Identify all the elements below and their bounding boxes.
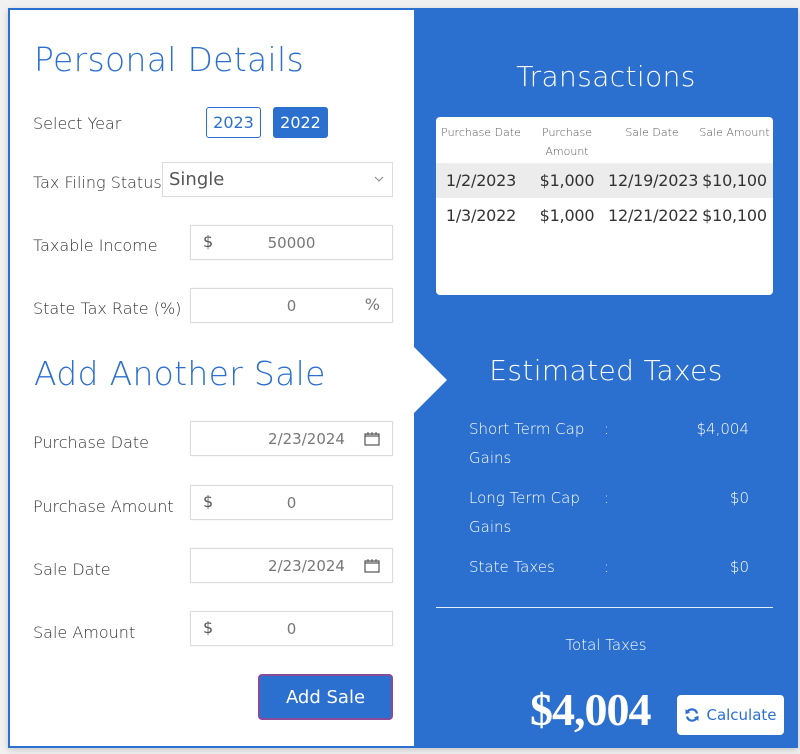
filing-status-select[interactable]: Single [162,162,393,197]
state-tax-rate-label: State Tax Rate (%) [33,299,182,318]
sale-date-cell: 12/19/2023 [608,171,699,190]
separator: : [604,420,610,438]
state-tax-rate-value: 0 [286,297,297,315]
calculate-button[interactable]: Calculate [677,695,784,735]
table-row[interactable]: 1/3/2022 $1,000 12/21/2022 $10,100 [436,198,773,233]
input-panel: Personal Details Select Year 2023 2022 T… [10,10,414,746]
purchase-date-cell: 1/3/2022 [445,206,517,225]
year-button-2023[interactable]: 2023 [206,107,261,138]
personal-details-title: Personal Details [34,40,304,79]
sale-date-cell: 12/21/2022 [608,206,699,225]
calculate-label: Calculate [706,706,777,724]
tax-item-label: Short Term Cap Gains [469,420,585,467]
table-header: Purchase Date Purchase Amount Sale Date … [436,117,773,163]
transactions-table: Purchase Date Purchase Amount Sale Date … [436,117,773,295]
taxable-income-value: 50000 [267,234,316,252]
purchase-date-input[interactable]: 2/23/2024 [190,421,393,456]
column-header: Purchase Amount [542,126,592,158]
purchase-amount-cell: $1,000 [539,171,595,190]
separator: : [604,489,610,507]
results-panel: Transactions Purchase Date Purchase Amou… [414,10,798,746]
tax-calculator-app: Personal Details Select Year 2023 2022 T… [8,8,798,748]
state-taxes-row: State Taxes : $0 [469,553,749,582]
transactions-title: Transactions [516,60,696,93]
column-header: Sale Date [625,126,679,139]
purchase-amount-label: Purchase Amount [33,497,174,516]
short-term-cap-gains-row: Short Term Cap Gains : $4,004 [469,415,749,473]
tax-item-amount: $0 [729,489,749,507]
column-header: Purchase Date [441,126,521,139]
separator: : [604,558,610,576]
chevron-down-icon [374,176,384,182]
tax-item-label: Long Term Cap Gains [469,489,580,536]
sale-date-input[interactable]: 2/23/2024 [190,548,393,583]
tax-item-label: State Taxes [469,558,555,576]
total-taxes-value: $4,004 [530,684,651,735]
sale-amount-value: 0 [286,620,297,638]
estimated-taxes-title: Estimated Taxes [489,354,723,387]
sale-amount-cell: $10,100 [702,171,767,190]
add-sale-button[interactable]: Add Sale [258,674,393,720]
purchase-date-label: Purchase Date [33,433,149,452]
long-term-cap-gains-row: Long Term Cap Gains : $0 [469,484,749,542]
purchase-amount-cell: $1,000 [539,206,595,225]
sale-amount-input[interactable]: $ 0 [190,611,393,646]
table-row[interactable]: 1/2/2023 $1,000 12/19/2023 $10,100 [436,163,773,198]
sale-date-label: Sale Date [33,560,111,579]
divider [436,607,773,608]
year-button-2022[interactable]: 2022 [273,107,328,138]
add-sale-title: Add Another Sale [34,354,326,393]
purchase-amount-input[interactable]: $ 0 [190,485,393,520]
tax-item-amount: $0 [729,558,749,576]
purchase-amount-value: 0 [286,494,297,512]
column-header: Sale Amount [699,126,770,139]
state-tax-rate-input[interactable]: 0 % [190,288,393,323]
filing-status-label: Tax Filing Status [33,173,162,192]
filing-status-value: Single [169,169,225,190]
refresh-icon [685,708,699,722]
tax-item-amount: $4,004 [696,420,750,438]
sale-amount-cell: $10,100 [702,206,767,225]
taxable-income-label: Taxable Income [33,236,158,255]
select-year-label: Select Year [33,114,122,133]
calendar-icon[interactable] [364,431,380,446]
sale-amount-label: Sale Amount [33,623,136,642]
purchase-date-cell: 1/2/2023 [445,171,517,190]
percent-suffix: % [364,295,380,314]
calendar-icon[interactable] [364,558,380,573]
panel-pointer-arrow [414,347,447,413]
total-taxes-label: Total Taxes [565,636,647,654]
taxable-income-input[interactable]: $ 50000 [190,225,393,260]
